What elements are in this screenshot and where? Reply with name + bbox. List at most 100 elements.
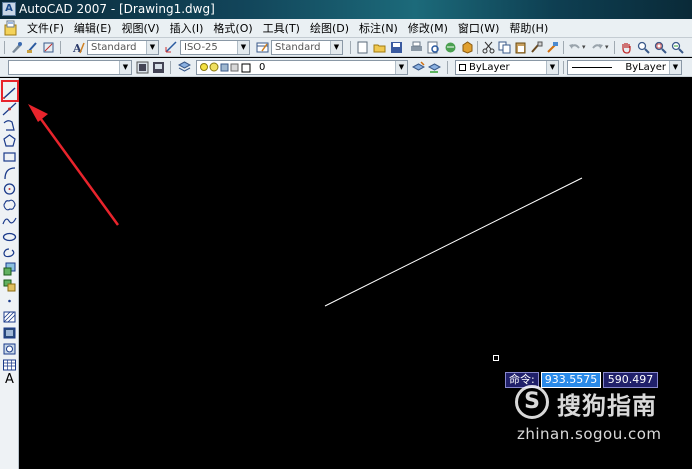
menu-insert[interactable]: 插入(I) (165, 19, 209, 38)
block-editor-icon[interactable] (546, 41, 559, 54)
workspace-select[interactable]: ▼ (8, 60, 132, 75)
color-control-select[interactable]: ByLayer ▼ (455, 60, 559, 75)
edit-text-icon[interactable] (26, 41, 39, 54)
linetype-control-select[interactable]: ByLayer ▼ (567, 60, 682, 75)
text-style-icon[interactable]: A (72, 41, 85, 54)
draw-toolbar: A (0, 78, 19, 469)
polyline-icon (3, 120, 15, 131)
multiline-text-tool[interactable]: A (2, 373, 17, 387)
menu-draw[interactable]: 绘图(D) (305, 19, 354, 38)
menu-bar: 文件(F) 编辑(E) 视图(V) 插入(I) 格式(O) 工具(T) 绘图(D… (0, 19, 692, 38)
table-tool[interactable] (2, 357, 17, 371)
menu-view[interactable]: 视图(V) (116, 19, 164, 38)
layer-previous-icon[interactable] (428, 61, 441, 74)
zoom-previous-icon[interactable] (671, 41, 684, 54)
autocad-app-icon[interactable]: A (2, 2, 16, 16)
revision-cloud-tool[interactable] (2, 197, 17, 211)
chevron-down-icon[interactable]: ▼ (237, 41, 249, 54)
paste-icon[interactable] (514, 41, 527, 54)
menu-tools[interactable]: 工具(T) (258, 19, 305, 38)
chevron-down-icon[interactable]: ▾ (605, 40, 609, 55)
chevron-down-icon[interactable]: ▼ (146, 41, 158, 54)
save-icon[interactable] (390, 41, 403, 54)
chevron-down-icon[interactable]: ▼ (119, 61, 131, 74)
spline-tool[interactable] (2, 213, 17, 227)
hatch-tool[interactable] (2, 309, 17, 323)
table-style-icon[interactable] (256, 41, 269, 54)
linetype-preview (572, 67, 612, 68)
match-properties-icon[interactable] (10, 41, 23, 54)
chevron-down-icon[interactable]: ▾ (582, 40, 586, 55)
crosshair-pickbox (493, 355, 499, 361)
layer-select[interactable]: 0 ▼ (196, 60, 408, 75)
match-properties-brush-icon[interactable] (530, 41, 543, 54)
chevron-down-icon[interactable]: ▼ (669, 61, 681, 74)
print-icon[interactable] (410, 41, 423, 54)
insert-block-icon (3, 262, 16, 276)
open-drawing-icon[interactable] (373, 41, 386, 54)
menu-edit[interactable]: 编辑(E) (69, 19, 117, 38)
circle-tool[interactable] (2, 181, 17, 195)
circle-icon (3, 183, 16, 195)
point-icon (8, 299, 11, 303)
table-icon (3, 359, 16, 371)
undo-icon[interactable] (568, 41, 581, 54)
pan-icon[interactable] (620, 41, 633, 54)
toolbar-grip[interactable] (4, 41, 5, 54)
polygon-tool[interactable] (2, 133, 17, 147)
drawing-document-icon[interactable] (3, 20, 18, 36)
window-title: AutoCAD 2007 - [Drawing1.dwg] (19, 2, 215, 16)
redo-icon[interactable] (591, 41, 604, 54)
plot-preview-icon[interactable] (427, 41, 440, 54)
zoom-window-icon[interactable] (654, 41, 667, 54)
rectangle-tool[interactable] (2, 149, 17, 163)
arc-tool[interactable] (2, 165, 17, 180)
layer-manager-icon[interactable] (178, 61, 191, 74)
region-tool[interactable] (2, 341, 17, 355)
gradient-tool[interactable] (2, 325, 17, 339)
ellipse-tool[interactable] (2, 229, 17, 243)
chevron-down-icon[interactable]: ▼ (330, 41, 342, 54)
title-bar: A AutoCAD 2007 - [Drawing1.dwg] (0, 0, 692, 19)
gradient-icon (3, 327, 16, 339)
color-swatch-icon (459, 63, 466, 71)
drawn-line[interactable] (324, 177, 583, 307)
layers-toolbar: ▼ 0 ▼ ByLayer ▼ ByLayer ▼ (0, 58, 692, 77)
publish-icon[interactable] (444, 41, 457, 54)
chevron-down-icon[interactable]: ▼ (546, 61, 558, 74)
dimension-style-icon[interactable] (165, 41, 178, 54)
menu-file[interactable]: 文件(F) (22, 19, 69, 38)
menu-window[interactable]: 窗口(W) (453, 19, 504, 38)
hatch-icon (3, 311, 16, 323)
menu-format[interactable]: 格式(O) (208, 19, 257, 38)
point-tool[interactable] (2, 293, 17, 307)
dimension-style-select[interactable]: ISO-25 ▼ (180, 40, 250, 55)
text-style-select[interactable]: Standard ▼ (87, 40, 159, 55)
ellipse-arc-tool[interactable] (2, 245, 17, 259)
sogou-logo-icon: S (515, 385, 549, 419)
styles-toolbar: A Standard ▼ ISO-25 ▼ Standard ▼ ▾ ▾ (0, 38, 692, 57)
menu-dimension[interactable]: 标注(N) (354, 19, 403, 38)
chevron-down-icon[interactable]: ▼ (395, 61, 407, 74)
menu-modify[interactable]: 修改(M) (403, 19, 453, 38)
table-style-select[interactable]: Standard ▼ (271, 40, 343, 55)
text-scale-icon[interactable] (42, 41, 55, 54)
ellipse-icon (2, 232, 17, 242)
make-object-layer-current-icon[interactable] (412, 61, 425, 74)
arc-icon (4, 167, 16, 180)
watermark-url: zhinan.sogou.com (517, 425, 662, 443)
sogou-watermark: S 搜狗指南 zhinan.sogou.com (515, 383, 685, 443)
new-drawing-icon[interactable] (356, 41, 369, 54)
make-block-tool[interactable] (2, 277, 17, 292)
insert-block-tool[interactable] (2, 261, 17, 276)
workspace-save-icon[interactable] (152, 61, 165, 74)
construction-line-tool[interactable] (2, 101, 17, 116)
cut-icon[interactable] (482, 41, 495, 54)
workspace-settings-icon[interactable] (136, 61, 149, 74)
copy-icon[interactable] (498, 41, 511, 54)
make-block-icon (3, 279, 16, 292)
zoom-realtime-icon[interactable] (637, 41, 650, 54)
polyline-tool[interactable] (2, 117, 17, 131)
3d-dwf-icon[interactable] (461, 41, 474, 54)
menu-help[interactable]: 帮助(H) (504, 19, 553, 38)
